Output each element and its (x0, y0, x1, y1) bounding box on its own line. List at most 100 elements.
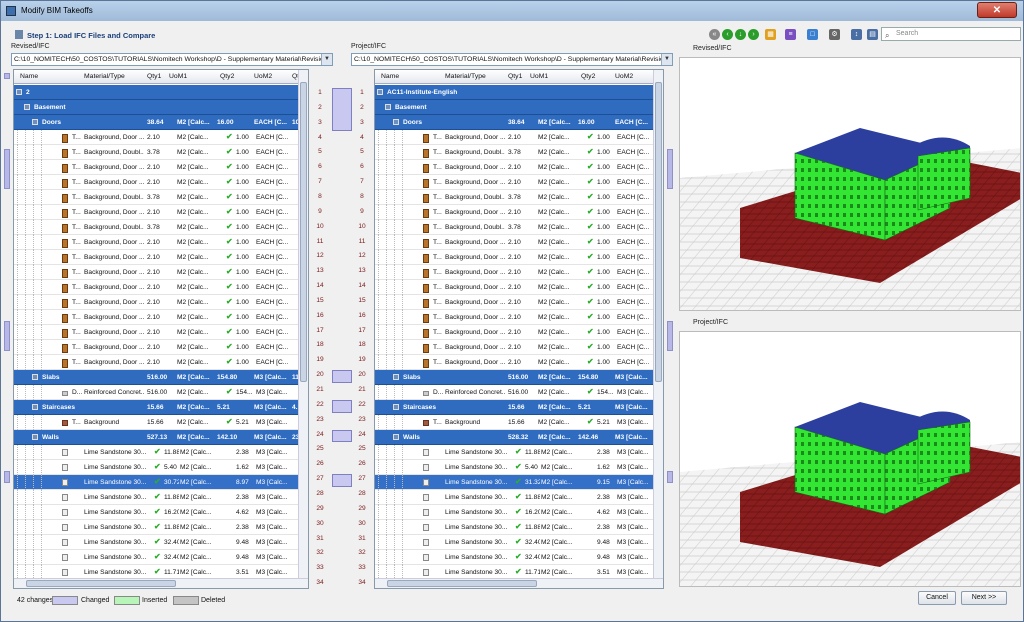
search-input[interactable]: ⌕ Search (881, 27, 1021, 41)
table-row[interactable]: Lime Sandstone 30... ✔ 16.20 M2 [Calc... 4.6… (375, 505, 663, 520)
table-row[interactable]: Lime Sandstone 30... ✔ 11.88 M2 [Calc... 2.3… (375, 490, 663, 505)
project-takeoff-grid[interactable]: NameMaterial/TypeQty1UoM1Qty2UoM2QtAC11-… (374, 69, 664, 589)
next-button[interactable]: Next >> (961, 591, 1007, 605)
table-row[interactable]: T... Background, Door ... 2.10 M2 [Calc... ✔… (375, 250, 663, 265)
options-icon[interactable]: ▤ (867, 29, 878, 40)
table-row[interactable]: Lime Sandstone 30... ✔ 11.88 M2 [Calc... 2.3… (14, 490, 308, 505)
group-slabs[interactable]: Slabs516.00M2 [Calc...154.80M3 [Calc...1… (14, 370, 308, 385)
tree-root[interactable]: 2 (14, 85, 308, 100)
table-row[interactable]: D... Reinforced Concret... 516.00 M2 [Calc.… (14, 385, 308, 400)
group-walls[interactable]: Walls528.32M2 [Calc...142.46M3 [Calc...2… (375, 430, 663, 445)
nav-down-icon[interactable]: ↓ (735, 29, 746, 40)
table-row[interactable]: T... Background, Doubl... 3.78 M2 [Calc... ✔… (14, 145, 308, 160)
table-row[interactable]: T... Background, Door ... 2.10 M2 [Calc... ✔… (375, 130, 663, 145)
table-row[interactable]: T... Background, Door ... 2.10 M2 [Calc... ✔… (14, 205, 308, 220)
table-row[interactable]: T... Background, Doubl... 3.78 M2 [Calc... ✔… (375, 220, 663, 235)
revised-3d-viewer[interactable] (679, 57, 1021, 311)
table-row[interactable]: T... Background, Door ... 2.10 M2 [Calc... ✔… (375, 265, 663, 280)
table-row[interactable]: T... Background, Door ... 2.10 M2 [Calc... ✔… (14, 280, 308, 295)
expand-toggle-icon[interactable] (32, 119, 38, 125)
table-row[interactable]: T... Background, Door ... 2.10 M2 [Calc... ✔… (14, 175, 308, 190)
project-ifc-path-select[interactable]: C:\10_NOMITECH\50_COSTOS\TUTORIALS\Nomit… (351, 53, 673, 66)
table-row[interactable]: T... Background, Door ... 2.10 M2 [Calc... ✔… (14, 295, 308, 310)
cancel-button[interactable]: Cancel (918, 591, 956, 605)
group-slabs[interactable]: Slabs516.00M2 [Calc...154.80M3 [Calc...1… (375, 370, 663, 385)
table-row[interactable]: Lime Sandstone 30... ✔ 16.20 M2 [Calc... 4.6… (14, 505, 308, 520)
table-row[interactable]: T... Background 15.66 M2 [Calc... ✔ 5.21 M3 [C… (375, 415, 663, 430)
filter-icon[interactable]: ≡ (785, 29, 796, 40)
nav-prev-icon[interactable]: ‹ (722, 29, 733, 40)
vertical-scrollbar[interactable] (653, 70, 663, 588)
expand-toggle-icon[interactable] (393, 434, 399, 440)
scroll-thumb[interactable] (300, 82, 307, 382)
group-doors[interactable]: Doors38.64M2 [Calc...16.00EACH [C...104 (375, 115, 663, 130)
table-row[interactable]: T... Background 15.66 M2 [Calc... ✔ 5.21 M3 [C… (14, 415, 308, 430)
table-row[interactable]: T... Background, Door ... 2.10 M2 [Calc... ✔… (375, 205, 663, 220)
group-basement[interactable]: Basement (375, 100, 663, 115)
close-button[interactable]: ✕ (977, 2, 1017, 18)
nav-first-icon[interactable]: « (709, 29, 720, 40)
table-row[interactable]: T... Background, Doubl... 3.78 M2 [Calc... ✔… (375, 145, 663, 160)
expand-toggle-icon[interactable] (32, 404, 38, 410)
table-row[interactable]: T... Background, Door ... 2.10 M2 [Calc... ✔… (375, 340, 663, 355)
table-row[interactable]: T... Background, Door ... 2.10 M2 [Calc... ✔… (375, 325, 663, 340)
table-row[interactable]: Lime Sandstone 30... ✔ 11.88 M2 [Calc... 2.3… (14, 445, 308, 460)
table-row[interactable]: Lime Sandstone 30... ✔ 11.88 M2 [Calc... 2.3… (375, 445, 663, 460)
expand-toggle-icon[interactable] (377, 89, 383, 95)
changed-connector[interactable] (332, 474, 352, 487)
changed-connector[interactable] (332, 429, 352, 443)
vertical-scrollbar[interactable] (298, 70, 308, 588)
table-row[interactable]: Lime Sandstone 30... ✔ 11.88 M2 [Calc... 2.3… (375, 520, 663, 535)
table-row[interactable]: T... Background, Door ... 2.10 M2 [Calc... ✔… (375, 310, 663, 325)
scroll-thumb[interactable] (387, 580, 537, 587)
table-row[interactable]: D... Reinforced Concret... 516.00 M2 [Calc.… (375, 385, 663, 400)
table-row[interactable]: T... Background, Door ... 2.10 M2 [Calc... ✔… (375, 280, 663, 295)
changed-connector[interactable] (332, 88, 352, 131)
scroll-thumb[interactable] (655, 82, 662, 382)
table-row[interactable]: T... Background, Doubl... 3.78 M2 [Calc... ✔… (14, 190, 308, 205)
expand-toggle-icon[interactable] (393, 119, 399, 125)
revised-ifc-path-select[interactable]: C:\10_NOMITECH\50_COSTOS\TUTORIALS\Nomit… (11, 53, 333, 66)
table-row[interactable]: Lime Sandstone 30... ✔ 31.32 M2 [Calc... 9.1… (375, 475, 663, 490)
group-basement[interactable]: Basement (14, 100, 308, 115)
table-row[interactable]: T... Background, Door ... 2.10 M2 [Calc... ✔… (375, 295, 663, 310)
tree-root[interactable]: AC11-Institute-English (375, 85, 663, 100)
table-row[interactable]: Lime Sandstone 30... ✔ 11.88 M2 [Calc... 2.3… (14, 520, 308, 535)
expand-toggle-icon[interactable] (24, 104, 30, 110)
sort-icon[interactable]: ↕ (851, 29, 862, 40)
expand-toggle-icon[interactable] (393, 374, 399, 380)
table-row[interactable]: T... Background, Door ... 2.10 M2 [Calc... ✔… (14, 250, 308, 265)
table-row[interactable]: T... Background, Door ... 2.10 M2 [Calc... ✔… (14, 265, 308, 280)
table-row[interactable]: Lime Sandstone 30... ✔ 30.72 M2 [Calc... 8.9… (14, 475, 308, 490)
table-row[interactable]: T... Background, Doubl... 3.78 M2 [Calc... ✔… (375, 190, 663, 205)
changed-connector[interactable] (332, 370, 352, 383)
scroll-thumb[interactable] (26, 580, 176, 587)
table-row[interactable]: Lime Sandstone 30... ✔ 32.40 M2 [Calc... 9.4… (14, 535, 308, 550)
table-row[interactable]: T... Background, Door ... 2.10 M2 [Calc... ✔… (375, 355, 663, 370)
table-row[interactable]: Lime Sandstone 30... ✔ 32.40 M2 [Calc... 9.4… (14, 550, 308, 565)
horizontal-scrollbar[interactable] (375, 578, 663, 588)
revised-takeoff-grid[interactable]: Name Material/Type Qty1 UoM1 Qty2 UoM2 Qt 2 Base… (13, 69, 309, 589)
table-row[interactable]: T... Background, Doubl... 3.78 M2 [Calc... ✔… (14, 220, 308, 235)
expand-toggle-icon[interactable] (32, 374, 38, 380)
table-row[interactable]: T... Background, Door ... 2.10 M2 [Calc... ✔… (14, 235, 308, 250)
view-icon[interactable]: □ (807, 29, 818, 40)
group-walls[interactable]: Walls527.13M2 [Calc...142.10M3 [Calc...2… (14, 430, 308, 445)
color-icon[interactable]: ▦ (765, 29, 776, 40)
table-row[interactable]: Lime Sandstone 30... ✔ 32.40 M2 [Calc... 9.4… (375, 550, 663, 565)
horizontal-scrollbar[interactable] (14, 578, 308, 588)
group-doors[interactable]: Doors38.64M2 [Calc...16.00EACH [C...104 (14, 115, 308, 130)
table-row[interactable]: T... Background, Door ... 2.10 M2 [Calc... ✔… (14, 160, 308, 175)
table-row[interactable]: T... Background, Door ... 2.10 M2 [Calc... ✔… (14, 340, 308, 355)
table-row[interactable]: T... Background, Door ... 2.10 M2 [Calc... ✔… (14, 355, 308, 370)
expand-toggle-icon[interactable] (32, 434, 38, 440)
table-row[interactable]: T... Background, Door ... 2.10 M2 [Calc... ✔… (14, 310, 308, 325)
table-row[interactable]: Lime Sandstone 30... ✔ 32.40 M2 [Calc... 9.4… (375, 535, 663, 550)
table-row[interactable]: T... Background, Door ... 2.10 M2 [Calc... ✔… (375, 160, 663, 175)
group-staircases[interactable]: Staircases 15.66 M2 [Calc... 5.21 M3 [Calc..… (375, 400, 663, 415)
project-3d-viewer[interactable] (679, 331, 1021, 587)
table-row[interactable]: T... Background, Door ... 2.10 M2 [Calc... ✔… (375, 175, 663, 190)
group-staircases[interactable]: Staircases 15.66 M2 [Calc... 5.21 M3 [Calc..… (14, 400, 308, 415)
nav-next-icon[interactable]: › (748, 29, 759, 40)
expand-toggle-icon[interactable] (393, 404, 399, 410)
